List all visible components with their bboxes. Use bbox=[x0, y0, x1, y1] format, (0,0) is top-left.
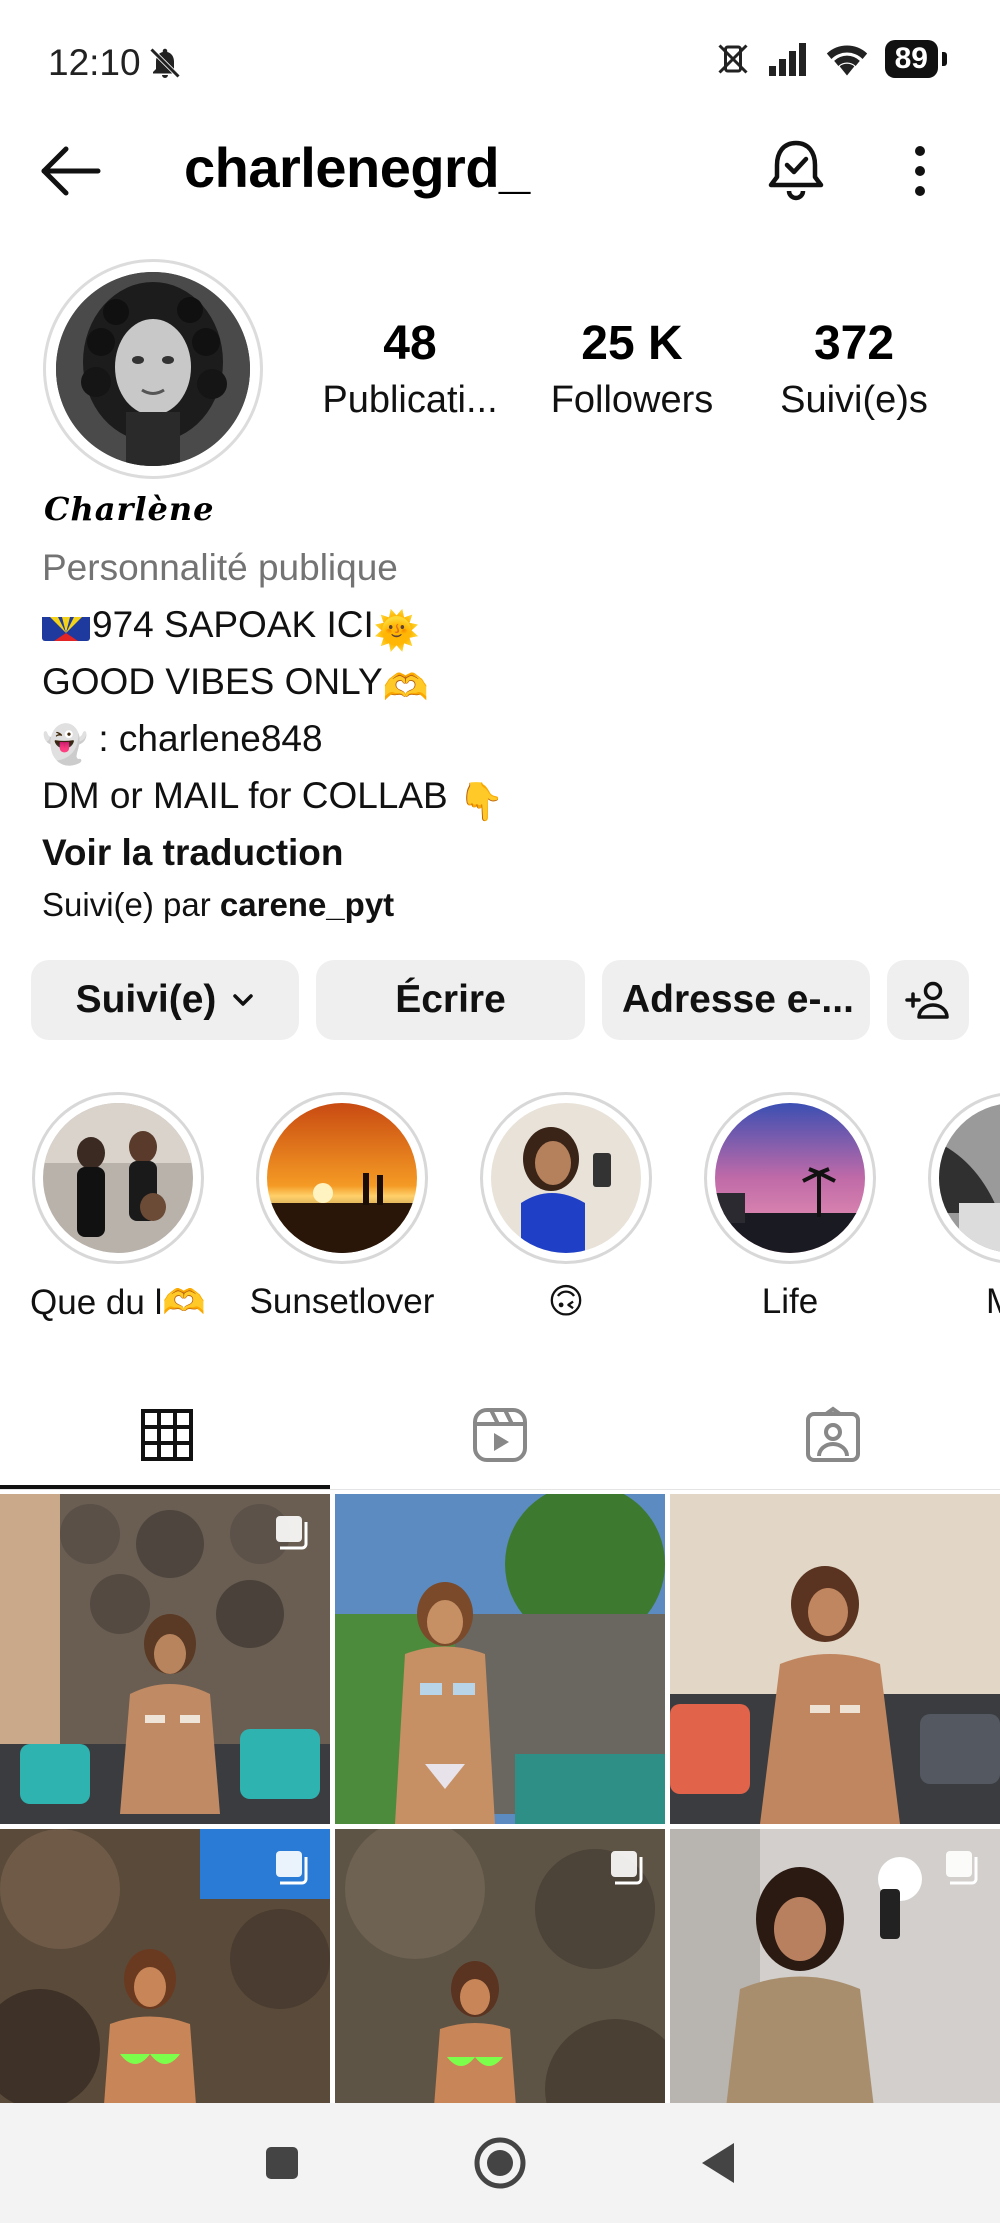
bio-line-2-text: GOOD VIBES ONLY bbox=[42, 661, 383, 702]
followers-label: Followers bbox=[550, 379, 714, 421]
followed-by-prefix: Suivi(e) par bbox=[42, 886, 220, 923]
email-button-label: Adresse e-... bbox=[622, 978, 854, 1021]
following-button[interactable]: Suivi(e) bbox=[31, 960, 299, 1040]
recents-button[interactable] bbox=[252, 2133, 312, 2193]
tab-posts-grid[interactable] bbox=[0, 1380, 333, 1490]
followed-by-user: carene_pyt bbox=[219, 886, 395, 923]
reunion-flag-icon bbox=[42, 609, 90, 641]
following-label: Suivi(e)s bbox=[780, 379, 928, 421]
chevron-down-icon bbox=[233, 994, 254, 1006]
following-count: 372 bbox=[813, 317, 895, 370]
system-back-button[interactable] bbox=[688, 2133, 748, 2193]
suggested-users-button[interactable] bbox=[887, 960, 969, 1040]
home-circle-icon bbox=[474, 2137, 526, 2189]
notifications-muted-icon bbox=[149, 47, 180, 79]
back-button[interactable] bbox=[38, 143, 104, 199]
highlight-label: Que du l🫶 bbox=[30, 1283, 206, 1322]
bio-line-1-text: 974 SAPOAK ICI bbox=[92, 604, 374, 645]
highlight-cover bbox=[928, 1092, 1000, 1264]
carousel-icon bbox=[946, 1851, 978, 1885]
bio-line-3: 👻 : charlene848 bbox=[42, 711, 323, 773]
post-thumbnail[interactable] bbox=[670, 1494, 1000, 1824]
stat-following[interactable]: 372 Suivi(e)s bbox=[754, 318, 954, 430]
profile-avatar[interactable] bbox=[43, 259, 263, 479]
profile-tabs bbox=[0, 1380, 1000, 1490]
notifications-button[interactable] bbox=[766, 137, 826, 201]
story-highlights: Que du l🫶 Sunsetlover 🙃 Life bbox=[0, 1090, 1000, 1330]
profile-category: Personnalité publique bbox=[42, 547, 398, 588]
add-user-icon bbox=[905, 981, 949, 1019]
bio-line-2: GOOD VIBES ONLY🫶 bbox=[42, 654, 429, 716]
back-arrow-icon bbox=[41, 146, 101, 196]
bell-check-icon bbox=[768, 140, 824, 201]
highlight-cover bbox=[256, 1092, 428, 1264]
message-button[interactable]: Écrire bbox=[316, 960, 585, 1040]
highlight-label: 🙃 bbox=[547, 1282, 585, 1321]
highlight-cover bbox=[480, 1092, 652, 1264]
tabs-divider bbox=[0, 1489, 1000, 1490]
wifi-icon bbox=[826, 45, 867, 76]
tagged-icon bbox=[805, 1406, 860, 1462]
see-translation-link[interactable]: Voir la traduction bbox=[42, 825, 344, 881]
tab-reels[interactable] bbox=[333, 1380, 666, 1490]
heart-hands-icon: 🫶 bbox=[382, 667, 429, 708]
highlight-label: Sunsetlover bbox=[249, 1282, 435, 1321]
signal-icon bbox=[768, 43, 806, 76]
highlight-cover bbox=[704, 1092, 876, 1264]
posts-grid bbox=[0, 1494, 1000, 2159]
following-button-label: Suivi(e) bbox=[75, 978, 217, 1021]
more-options-button[interactable] bbox=[900, 141, 940, 201]
display-name: Charlène bbox=[44, 490, 215, 528]
ghost-icon: 👻 bbox=[42, 724, 89, 765]
grid-icon bbox=[140, 1409, 193, 1461]
tab-tagged[interactable] bbox=[666, 1380, 999, 1490]
stat-followers[interactable]: 25 K Followers bbox=[532, 318, 732, 430]
post-thumbnail[interactable] bbox=[0, 1494, 330, 1824]
posts-label: Publicati... bbox=[322, 379, 498, 421]
reels-icon bbox=[472, 1408, 527, 1462]
pointing-down-icon: 👇 bbox=[458, 781, 505, 822]
stat-posts[interactable]: 48 Publicati... bbox=[310, 318, 510, 430]
posts-count: 48 bbox=[383, 317, 437, 370]
vibrate-icon bbox=[718, 44, 748, 74]
bio-line-1: 974 SAPOAK ICI🌞 bbox=[42, 597, 420, 659]
system-navigation-bar bbox=[0, 2103, 1000, 2223]
highlight-label: Life bbox=[761, 1282, 819, 1321]
bio-line-4: DM or MAIL for COLLAB 👇 bbox=[42, 768, 504, 830]
carousel-icon bbox=[276, 1851, 308, 1885]
back-triangle-icon bbox=[702, 2143, 734, 2183]
followers-count: 25 K bbox=[581, 317, 683, 370]
avatar-image bbox=[56, 272, 250, 466]
status-time: 12:10 bbox=[48, 42, 183, 84]
status-icons: 89 bbox=[715, 40, 948, 78]
profile-header: charlenegrd_ bbox=[0, 125, 1000, 215]
bio-line-4-text: DM or MAIL for COLLAB bbox=[42, 775, 459, 816]
battery-icon: 89 bbox=[884, 40, 948, 78]
followed-by[interactable]: Suivi(e) par carene_pyt bbox=[42, 880, 394, 930]
status-bar: 12:10 89 bbox=[0, 0, 1000, 125]
recents-square-icon bbox=[266, 2147, 298, 2179]
post-thumbnail[interactable] bbox=[335, 1494, 665, 1824]
message-button-label: Écrire bbox=[395, 978, 506, 1021]
clock: 12:10 bbox=[48, 42, 141, 83]
highlight-cover bbox=[32, 1092, 204, 1264]
profile-username: charlenegrd_ bbox=[184, 136, 530, 199]
sun-icon: 🌞 bbox=[373, 610, 420, 651]
bio-line-3-text: : charlene848 bbox=[88, 718, 323, 759]
carousel-icon bbox=[611, 1851, 643, 1885]
email-button[interactable]: Adresse e-... bbox=[602, 960, 870, 1040]
carousel-icon bbox=[276, 1516, 308, 1550]
highlight-label: M bbox=[914, 1282, 1000, 1322]
home-button[interactable] bbox=[470, 2133, 530, 2193]
more-vertical-icon bbox=[915, 146, 925, 196]
